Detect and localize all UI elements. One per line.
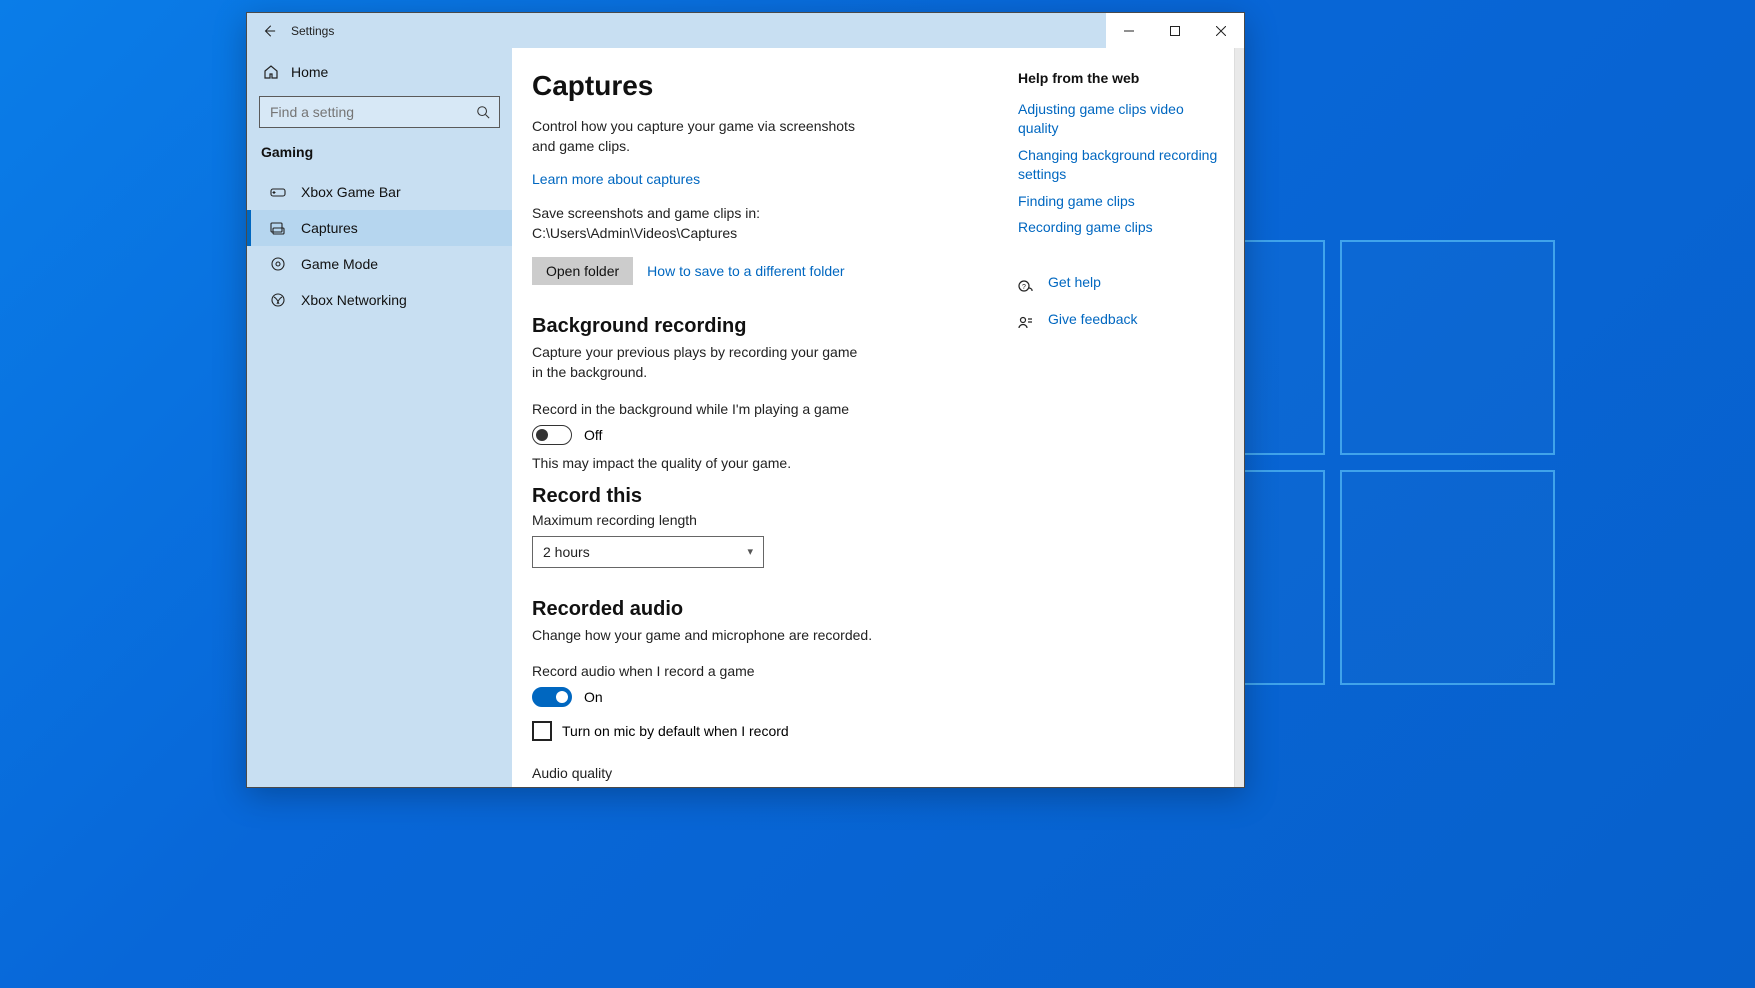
search-input[interactable] (259, 96, 500, 128)
select-value: 2 hours (543, 544, 590, 560)
learn-more-link[interactable]: Learn more about captures (532, 171, 700, 187)
sidebar-item-captures[interactable]: Captures (247, 210, 512, 246)
xbox-icon (269, 292, 287, 308)
background-toggle-label: Record in the background while I'm playi… (532, 401, 994, 417)
sidebar-category: Gaming (247, 138, 512, 174)
give-feedback-link[interactable]: Give feedback (1048, 310, 1138, 329)
open-folder-button[interactable]: Open folder (532, 257, 633, 285)
maximize-icon (1170, 26, 1180, 36)
scrollbar[interactable] (1234, 48, 1244, 787)
main-pane: Captures Control how you capture your ga… (512, 48, 1244, 787)
close-button[interactable] (1198, 13, 1244, 48)
record-this-heading: Record this (532, 485, 994, 508)
game-mode-icon (269, 256, 287, 272)
sidebar-item-xbox-game-bar[interactable]: Xbox Game Bar (247, 174, 512, 210)
feedback-icon (1018, 316, 1034, 332)
page-title: Captures (532, 70, 994, 102)
help-heading: Help from the web (1018, 70, 1220, 86)
record-audio-toggle-label: Record audio when I record a game (532, 663, 994, 679)
chevron-down-icon: ▾ (747, 545, 753, 558)
sidebar-home[interactable]: Home (247, 54, 512, 90)
toggle-state-label: Off (584, 427, 602, 443)
captures-icon (269, 220, 287, 236)
recorded-audio-desc: Change how your game and microphone are … (532, 625, 882, 645)
sidebar-item-label: Captures (301, 220, 358, 236)
max-recording-length-label: Maximum recording length (532, 512, 994, 528)
sidebar-item-label: Game Mode (301, 256, 378, 272)
mic-default-checkbox-label: Turn on mic by default when I record (562, 723, 789, 739)
help-column: Help from the web Adjusting game clips v… (1018, 48, 1234, 787)
get-help-link[interactable]: Get help (1048, 273, 1101, 292)
background-recording-desc: Capture your previous plays by recording… (532, 342, 862, 383)
minimize-icon (1124, 26, 1134, 36)
sidebar-item-xbox-networking[interactable]: Xbox Networking (247, 282, 512, 318)
sidebar-home-label: Home (291, 64, 328, 80)
maximize-button[interactable] (1152, 13, 1198, 48)
background-warning: This may impact the quality of your game… (532, 455, 994, 471)
help-link[interactable]: Changing background recording settings (1018, 146, 1220, 184)
help-link[interactable]: Adjusting game clips video quality (1018, 100, 1220, 138)
settings-window: Settings Home (246, 12, 1245, 788)
toggle-state-label: On (584, 689, 603, 705)
get-help-icon: ? (1018, 279, 1034, 295)
sidebar-item-label: Xbox Game Bar (301, 184, 401, 200)
audio-quality-label: Audio quality (532, 765, 994, 781)
home-icon (263, 64, 279, 80)
sidebar-item-label: Xbox Networking (301, 292, 407, 308)
record-audio-toggle[interactable] (532, 687, 572, 707)
search-icon (476, 105, 490, 119)
save-location-text: Save screenshots and game clips in: C:\U… (532, 203, 872, 244)
mic-default-checkbox[interactable] (532, 721, 552, 741)
recorded-audio-heading: Recorded audio (532, 598, 994, 621)
window-controls (1106, 13, 1244, 48)
max-recording-length-dropdown[interactable]: 2 hours ▾ (532, 536, 764, 568)
window-title: Settings (291, 24, 334, 38)
close-icon (1216, 26, 1226, 36)
svg-text:?: ? (1022, 284, 1026, 291)
arrow-left-icon (262, 24, 276, 38)
minimize-button[interactable] (1106, 13, 1152, 48)
back-button[interactable] (247, 13, 291, 48)
intro-text: Control how you capture your game via sc… (532, 116, 882, 157)
background-recording-toggle[interactable] (532, 425, 572, 445)
different-folder-link[interactable]: How to save to a different folder (647, 263, 844, 279)
titlebar: Settings (247, 13, 1244, 48)
game-bar-icon (269, 184, 287, 200)
help-link[interactable]: Finding game clips (1018, 192, 1220, 211)
help-link[interactable]: Recording game clips (1018, 218, 1220, 237)
background-recording-heading: Background recording (532, 315, 994, 338)
sidebar-item-game-mode[interactable]: Game Mode (247, 246, 512, 282)
content-column: Captures Control how you capture your ga… (512, 48, 1018, 787)
sidebar: Home Gaming Xbox Game Bar (247, 48, 512, 787)
